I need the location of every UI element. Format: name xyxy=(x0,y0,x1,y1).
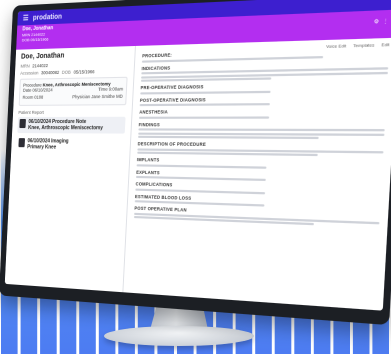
document-icon xyxy=(18,138,26,148)
patient-sidebar: Doe, Jonathan MRN 2144022 Accession 3004… xyxy=(4,45,136,293)
mrn-label: MRN xyxy=(20,63,30,69)
physician-value: Jane Smithe MD xyxy=(91,93,123,100)
edit-button[interactable]: Edit xyxy=(381,41,389,47)
voice-edit-button[interactable]: Voice Edit xyxy=(326,43,347,49)
menu-icon[interactable]: ☰ xyxy=(23,14,29,22)
time-label: Time xyxy=(98,86,108,92)
note-section-heading: ANESTHESIA xyxy=(139,109,169,115)
text-line xyxy=(140,77,271,82)
time-value: 9:00am xyxy=(108,86,124,92)
room-label: Room xyxy=(22,94,34,100)
report-item-subtitle: Knee, Arthroscopic Meniscectomy xyxy=(28,125,104,132)
accession-label: Accession xyxy=(20,70,39,76)
note-section-heading: FINDINGS xyxy=(138,121,161,127)
text-line xyxy=(139,115,269,119)
note-section-heading: POST-OPERATIVE DIAGNOSIS xyxy=(139,96,206,103)
date-label: Date xyxy=(22,87,32,93)
report-item[interactable]: 06/10/2024 Procedure Note Knee, Arthrosc… xyxy=(17,116,126,134)
physician-label: Physician xyxy=(72,94,91,100)
text-line xyxy=(137,151,318,157)
date-value: 06/10/2024 xyxy=(32,87,53,93)
text-line xyxy=(138,128,385,132)
app-screen: ☰ prodation Doe, Jonathan MRN 2144022 DO… xyxy=(4,0,391,311)
document-icon xyxy=(19,118,26,129)
dob-value: 05/15/1966 xyxy=(73,69,95,75)
accession-value: 30040082 xyxy=(40,69,60,76)
app-name: prodation xyxy=(32,12,63,22)
procedure-note-panel: Voice Edit Templates Edit PROCEDURE: IND… xyxy=(123,37,391,311)
patient-report-heading: Patient Report xyxy=(18,109,45,115)
text-line xyxy=(139,103,270,107)
patient-bar-actions: ⚙⋮ xyxy=(374,18,391,26)
note-section-heading: PRE-OPERATIVE DIAGNOSIS xyxy=(140,84,204,91)
more-icon[interactable]: ⋮ xyxy=(382,18,391,25)
patient-bar-dob: DOB 05/15/1966 xyxy=(21,36,49,43)
text-line xyxy=(140,90,271,94)
text-line xyxy=(138,132,385,136)
procedure-card: Procedure Knee, Arthroscopic Meniscectom… xyxy=(18,76,128,106)
text-line xyxy=(138,135,319,140)
report-item[interactable]: 06/10/2024 Imaging Primary Knee xyxy=(16,136,124,153)
note-section-heading: DESCRIPTION OF PROCEDURE xyxy=(137,141,207,148)
templates-button[interactable]: Templates xyxy=(353,42,375,48)
report-item-subtitle: Primary Knee xyxy=(27,144,57,151)
dob-label: DOB xyxy=(61,69,71,75)
text-line xyxy=(136,163,267,169)
monitor: ☰ prodation Doe, Jonathan MRN 2144022 DO… xyxy=(0,0,391,326)
room-value: 0108 xyxy=(34,94,44,100)
patient-name: Doe, Jonathan xyxy=(20,52,65,61)
mrn-value: 2144022 xyxy=(32,62,49,69)
